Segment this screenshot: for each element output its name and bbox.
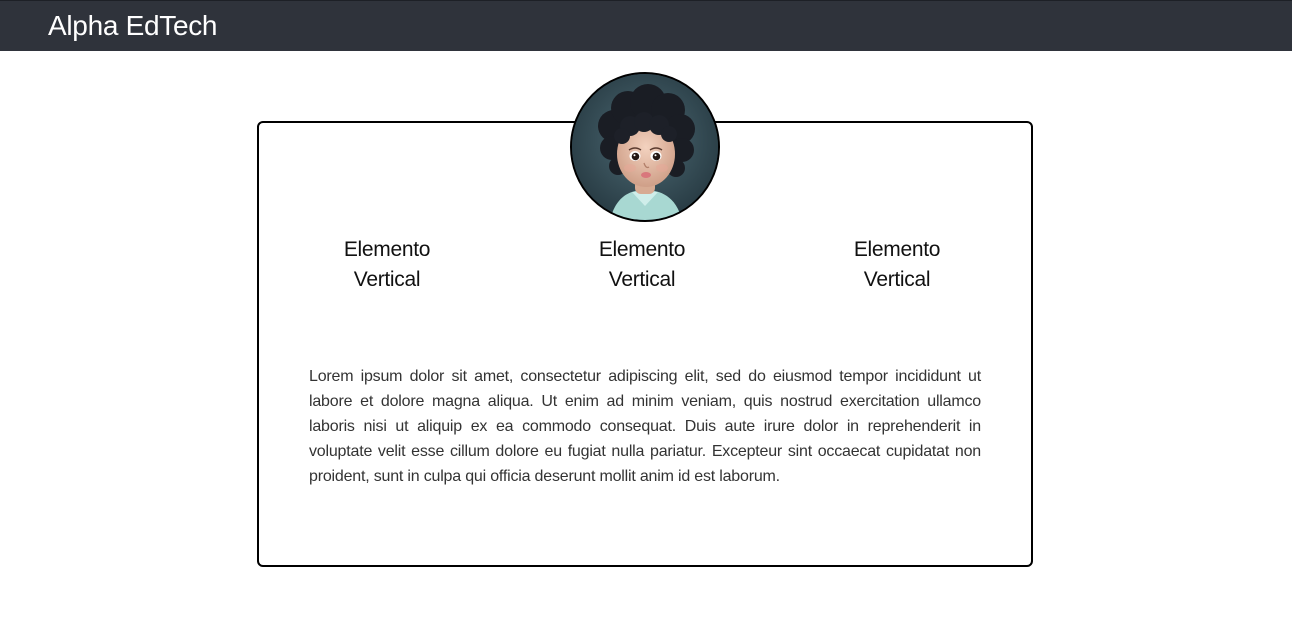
- vertical-element-3-line1: Elemento: [853, 238, 941, 261]
- card-paragraph: Lorem ipsum dolor sit amet, consectetur …: [309, 368, 981, 485]
- vertical-element-2: Elemento Vertical: [557, 235, 727, 295]
- vertical-element-3-line2: Vertical: [863, 268, 931, 291]
- brand-link[interactable]: Alpha EdTech: [48, 9, 217, 43]
- vertical-element-1-line2: Vertical: [353, 268, 421, 291]
- vertical-element-2-line2: Vertical: [608, 268, 676, 291]
- avatar-photo-icon: [572, 74, 718, 220]
- vertical-element-1-line1: Elemento: [343, 238, 431, 261]
- vertical-element-3: Elemento Vertical: [812, 235, 982, 295]
- vertical-element-2-line1: Elemento: [598, 238, 686, 261]
- vertical-element-1: Elemento Vertical: [302, 235, 472, 295]
- avatar: [570, 72, 720, 222]
- top-navbar: Alpha EdTech: [0, 0, 1292, 51]
